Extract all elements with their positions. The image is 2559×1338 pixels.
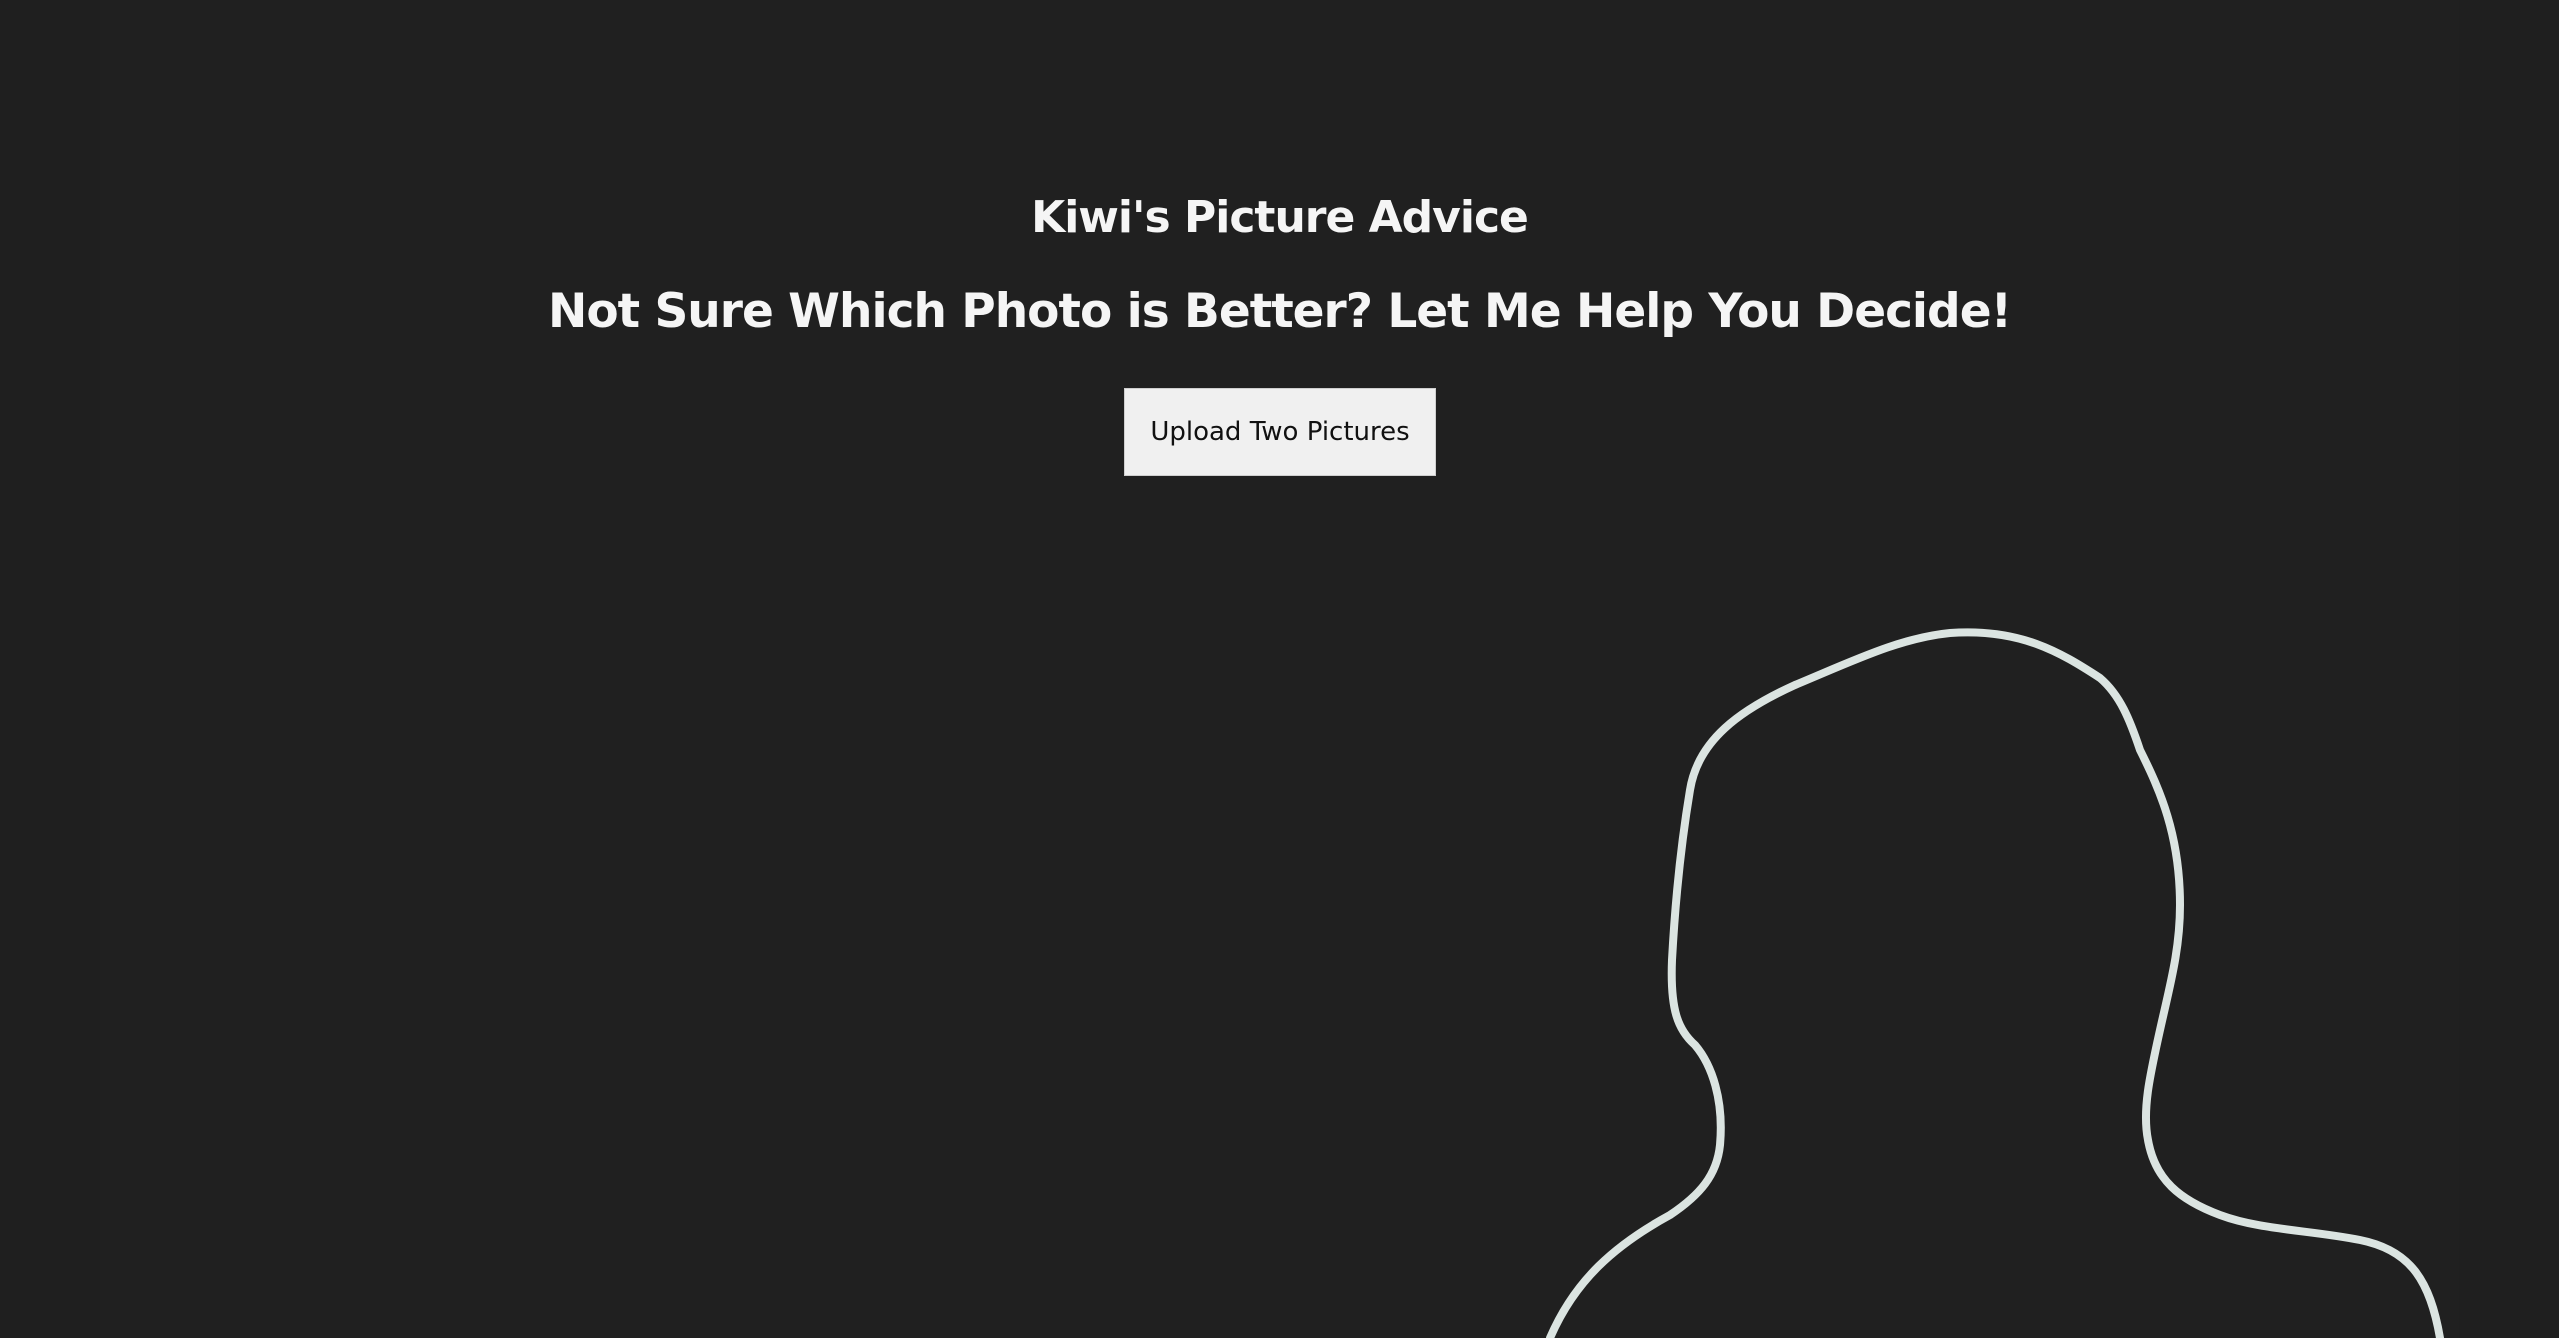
upload-two-pictures-button[interactable]: Upload Two Pictures	[1124, 388, 1436, 476]
silhouette-outline	[1546, 628, 2444, 1338]
hero-section: Kiwi's Picture Advice Not Sure Which Pho…	[0, 183, 2559, 347]
page-background: Kiwi's Picture Advice Not Sure Which Pho…	[0, 0, 2559, 1338]
page-title: Kiwi's Picture Advice	[1031, 192, 1529, 243]
page-subtitle: Not Sure Which Photo is Better? Let Me H…	[548, 284, 2012, 339]
person-silhouette-icon	[1546, 628, 2444, 1338]
